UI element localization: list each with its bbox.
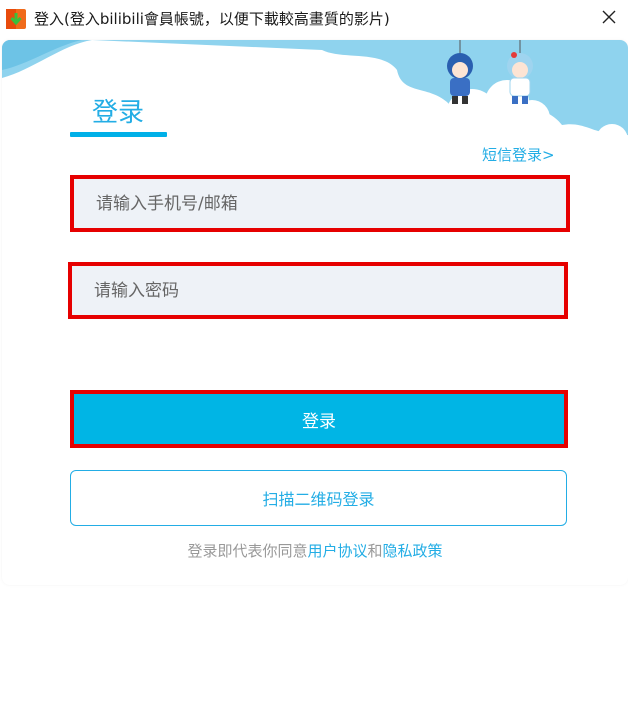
privacy-policy-link[interactable]: 隐私政策: [383, 542, 443, 560]
tab-login[interactable]: 登录: [92, 92, 144, 129]
mascot-illustration: [447, 40, 533, 104]
username-input[interactable]: [74, 179, 566, 228]
agreement-prefix: 登录即代表你同意: [187, 542, 308, 560]
agreement-and: 和: [367, 542, 383, 560]
login-card: 登录 短信登录> 登录 扫描二维码登录 登录即代表你同意用户协议和隐私政策: [2, 40, 628, 585]
close-icon: [602, 10, 616, 24]
sms-login-link[interactable]: 短信登录>: [482, 144, 555, 165]
window-title: 登入(登入bilibili會員帳號，以便下載較高畫質的影片): [34, 10, 390, 28]
password-field: [68, 262, 568, 319]
login-button[interactable]: 登录: [70, 390, 568, 448]
password-input[interactable]: [72, 266, 564, 315]
close-button[interactable]: [596, 4, 622, 30]
qr-login-button[interactable]: 扫描二维码登录: [70, 470, 567, 526]
download-arrow-icon: [6, 9, 26, 29]
user-agreement-link[interactable]: 用户协议: [307, 542, 367, 560]
tab-active-indicator: [70, 132, 167, 137]
agreement-notice: 登录即代表你同意用户协议和隐私政策: [2, 540, 628, 561]
window-titlebar: 登入(登入bilibili會員帳號，以便下載較高畫質的影片): [0, 0, 628, 36]
username-field: [70, 175, 570, 232]
